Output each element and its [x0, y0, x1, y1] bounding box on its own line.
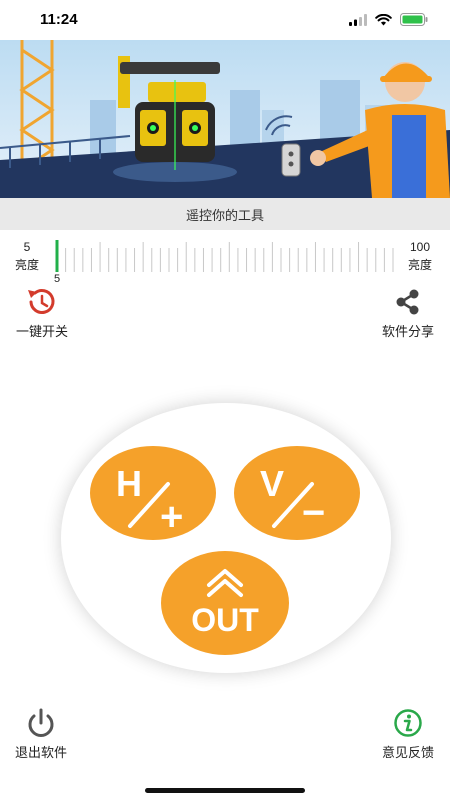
- power-toggle-button[interactable]: 一键开关: [10, 287, 74, 340]
- brightness-min-label: 亮度: [14, 258, 39, 272]
- brightness-scale[interactable]: [55, 240, 395, 272]
- feedback-button[interactable]: 意见反馈: [374, 708, 442, 761]
- banner-caption: 遥控你的工具: [0, 198, 450, 230]
- share-icon: [396, 289, 419, 315]
- clock-reset-icon: [28, 289, 55, 314]
- v-letter: V: [260, 463, 284, 504]
- out-label: OUT: [191, 602, 259, 638]
- plus-sign: +: [160, 495, 183, 539]
- exit-button[interactable]: 退出软件: [8, 708, 74, 761]
- brightness-level-marker: [55, 240, 59, 272]
- laser-level-illustration: [0, 40, 450, 198]
- h-letter: H: [116, 463, 142, 504]
- status-icons: [349, 13, 428, 26]
- out-icon: OUT: [191, 569, 259, 638]
- status-bar: 11:24: [0, 0, 450, 40]
- vertical-minus-button[interactable]: V −: [234, 446, 360, 540]
- brightness-current-value: 5: [53, 273, 61, 285]
- brightness-slider[interactable]: 5 亮度 100 亮度 5: [0, 232, 450, 287]
- wifi-icon: [375, 13, 392, 25]
- h-plus-icon: H +: [116, 463, 183, 539]
- brightness-min-value: 5: [23, 240, 31, 254]
- signal-icon: [349, 13, 367, 26]
- brightness-max-value: 100: [409, 240, 431, 254]
- brightness-max-label: 亮度: [407, 258, 432, 272]
- power-toggle-label: 一键开关: [15, 324, 68, 339]
- exit-label: 退出软件: [14, 745, 67, 760]
- share-label: 软件分享: [381, 324, 434, 339]
- horizontal-plus-button[interactable]: H +: [90, 446, 216, 540]
- home-indicator: [145, 788, 305, 793]
- status-time: 11:24: [40, 11, 78, 28]
- share-button[interactable]: 软件分享: [374, 287, 442, 340]
- v-minus-icon: V −: [260, 463, 325, 535]
- power-icon: [28, 708, 54, 737]
- battery-icon: [400, 13, 428, 26]
- banner-illustration: [0, 40, 450, 198]
- minus-sign: −: [302, 491, 325, 535]
- out-button[interactable]: OUT: [161, 551, 289, 655]
- info-icon: [394, 709, 422, 737]
- feedback-label: 意见反馈: [381, 745, 434, 760]
